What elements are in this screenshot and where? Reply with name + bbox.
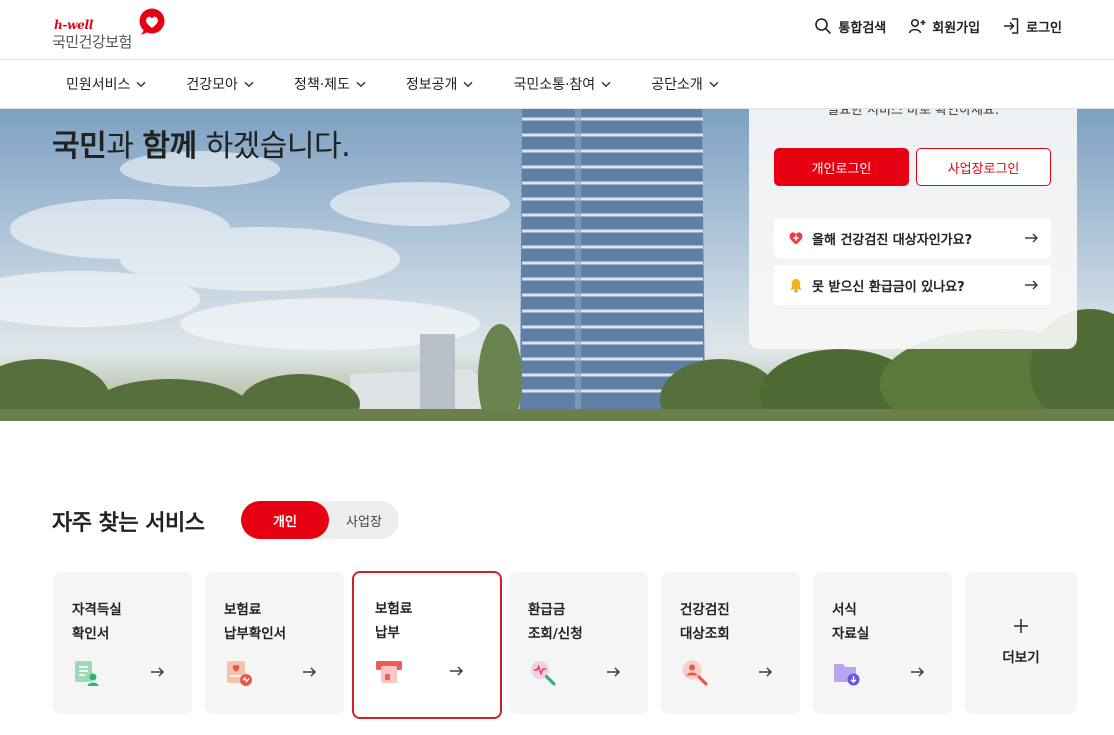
nav-disclosure[interactable]: 정보공개 (406, 74, 474, 94)
signup-label: 회원가입 (932, 20, 981, 36)
label-line: 납부확인서 (224, 626, 287, 642)
login-panel-guide-text: 필요한 서비스 바로 확인하세요. (826, 109, 999, 118)
label-line: 납부 (375, 625, 400, 641)
quick-link-label: 못 받으신 환급금이 있나요? (812, 279, 965, 295)
service-card-refund-inquiry[interactable]: 환급금조회/신청 (509, 572, 648, 714)
headline-part: 하겠습니다. (196, 129, 351, 164)
nav-label: 정보공개 (405, 77, 458, 93)
label-line: 보험료 (224, 602, 262, 618)
chevron-down-icon (356, 81, 366, 87)
label-line: 서식 (832, 602, 857, 618)
health-checkup-eligibility-link[interactable]: 올해 건강검진 대상자인가요? (774, 218, 1051, 258)
search-icon (815, 18, 832, 34)
service-card-insurance-payment[interactable]: 보험료납부 (352, 571, 502, 719)
folder-download-icon (834, 664, 860, 686)
login-label: 로그인 (1026, 20, 1062, 36)
nav-policy[interactable]: 정책·제도 (294, 74, 366, 94)
person-search-icon (682, 660, 708, 686)
label-line: 조회/신청 (528, 626, 583, 642)
label-line: 보험료 (375, 601, 413, 617)
arrow-right-icon (607, 667, 620, 677)
hero-banner: 국민과 함께 하겠습니다. 필요한 서비스 바로 확인하세요. 개인로그인 사업… (0, 109, 1114, 421)
service-card-payment-certificate[interactable]: 보험료납부확인서 (205, 572, 344, 714)
label-line: 자료실 (832, 626, 870, 642)
nav-label: 공단소개 (651, 77, 703, 93)
nav-label: 정책·제도 (293, 77, 350, 93)
headline-part: 과 (106, 129, 143, 164)
service-card-label: 보험료납부확인서 (224, 598, 286, 646)
service-card-more[interactable]: 더보기 (965, 572, 1077, 714)
logo-tagline: h-well (54, 18, 93, 32)
arrow-right-icon (303, 667, 316, 677)
login-link[interactable]: 로그인 (1002, 17, 1062, 36)
toggle-business[interactable]: 사업장 (329, 501, 399, 539)
arrow-right-icon (450, 666, 463, 676)
refund-search-icon (531, 661, 556, 686)
personal-login-button[interactable]: 개인로그인 (774, 148, 909, 186)
service-card-label: 자격득실확인서 (72, 598, 122, 646)
service-card-label: 보험료납부 (375, 597, 412, 645)
nav-health-moa[interactable]: 건강모아 (186, 74, 254, 94)
label-line: 건강검진 (680, 602, 730, 618)
bell-icon (790, 279, 802, 293)
signup-link[interactable]: 회원가입 (908, 17, 980, 36)
nav-civil-service[interactable]: 민원서비스 (66, 74, 146, 94)
plus-icon (1014, 619, 1028, 633)
arrow-right-icon (911, 667, 924, 677)
service-card-label: 환급금조회/신청 (528, 598, 583, 646)
label-line: 대상조회 (680, 626, 730, 642)
frequent-services-title: 자주 찾는 서비스 (52, 511, 205, 536)
nav-participation[interactable]: 국민소통·참여 (513, 74, 611, 94)
headline-part: 함께 (142, 129, 197, 164)
arrow-right-icon (1025, 233, 1038, 243)
more-label: 더보기 (1002, 650, 1040, 666)
service-card-label: 서식자료실 (832, 598, 869, 646)
integrated-search-link[interactable]: 통합검색 (814, 17, 886, 36)
logo-name: 국민건강보험 (52, 33, 132, 51)
quick-link-label: 올해 건강검진 대상자인가요? (812, 232, 973, 248)
label-line: 자격득실 (72, 602, 122, 618)
nav-about[interactable]: 공단소개 (651, 74, 719, 94)
arrow-right-icon (151, 667, 164, 677)
chevron-down-icon (601, 81, 611, 87)
card-payment-icon (376, 661, 402, 683)
label-line: 확인서 (72, 626, 110, 642)
heart-icon (789, 232, 803, 245)
headline-part: 국민 (52, 129, 107, 164)
service-card-health-checkup-inquiry[interactable]: 건강검진대상조회 (661, 572, 800, 714)
utility-menu: 통합검색 회원가입 로그인 (814, 14, 1062, 38)
top-header: h-well 국민건강보험 통합검색 회원가입 로그인 (0, 0, 1114, 60)
unclaimed-refund-link[interactable]: 못 받으신 환급금이 있나요? (774, 265, 1051, 305)
nav-label: 민원서비스 (66, 77, 131, 93)
arrow-right-icon (759, 667, 772, 677)
label-line: 환급금 (528, 602, 566, 618)
business-login-button[interactable]: 사업장로그인 (916, 148, 1051, 186)
certificate-icon (75, 661, 99, 686)
payment-document-icon (227, 661, 252, 686)
service-type-toggle: 개인 사업장 (241, 501, 399, 539)
chevron-down-icon (709, 81, 719, 87)
arrow-right-icon (1025, 280, 1038, 290)
nhis-logo[interactable]: h-well 국민건강보험 (52, 8, 172, 52)
chevron-down-icon (463, 81, 473, 87)
user-add-icon (909, 18, 926, 34)
integrated-search-label: 통합검색 (838, 20, 887, 36)
logo-heart-icon (139, 8, 165, 35)
main-navigation: 민원서비스 건강모아 정책·제도 정보공개 국민소통·참여 공단소개 (0, 59, 1114, 109)
nav-label: 국민소통·참여 (513, 77, 596, 93)
nav-label: 건강모아 (186, 77, 238, 93)
login-icon (1004, 18, 1019, 34)
service-card-form-library[interactable]: 서식자료실 (813, 572, 952, 714)
chevron-down-icon (244, 81, 254, 87)
hero-headline: 국민과 함께 하겠습니다. (52, 121, 351, 165)
login-panel: 필요한 서비스 바로 확인하세요. 개인로그인 사업장로그인 올해 건강검진 대… (749, 109, 1077, 349)
service-card-qualification-certificate[interactable]: 자격득실확인서 (53, 572, 192, 714)
chevron-down-icon (136, 81, 146, 87)
toggle-personal[interactable]: 개인 (241, 501, 329, 539)
service-card-label: 건강검진대상조회 (680, 598, 730, 646)
